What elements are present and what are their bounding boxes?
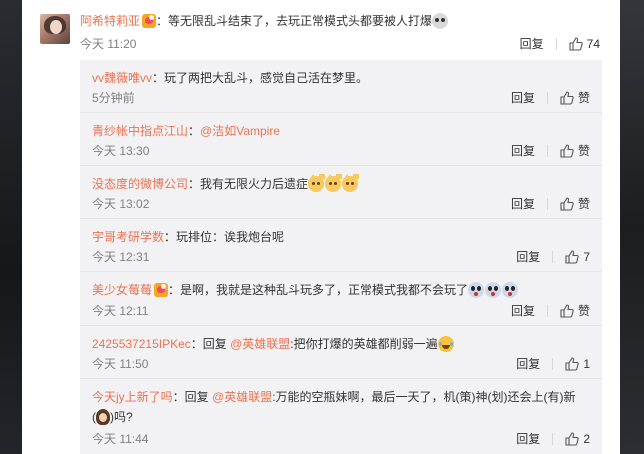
main-comment: 阿希特莉亚 ：等无限乱斗结束了，去玩正常模式头都要被人打爆 今天 11:20 回复…	[22, 0, 620, 60]
member-badge-icon	[142, 14, 157, 28]
scared-emoji-icon	[502, 282, 519, 298]
reply-button[interactable]: 回复	[516, 249, 540, 265]
reply-button[interactable]: 回复	[516, 356, 540, 372]
list-item: 没态度的微博公司：我有无限火力后遗症 今天 13:02 回复 赞	[80, 166, 602, 219]
mention-link[interactable]: @洁如Vampire	[200, 124, 280, 138]
avatar[interactable]	[40, 14, 70, 44]
like-count[interactable]: 7	[583, 249, 590, 265]
thumbs-up-icon[interactable]	[560, 304, 574, 318]
list-item: 宇哥考研学数：玩排位：诶我炮台呢 今天 12:31 回复 7	[80, 219, 602, 272]
girl-emoji-icon	[96, 409, 110, 425]
comment-panel: 阿希特莉亚 ：等无限乱斗结束了，去玩正常模式头都要被人打爆 今天 11:20 回复…	[22, 0, 620, 454]
like-button[interactable]: 赞	[578, 196, 590, 212]
thumbs-up-icon[interactable]	[565, 250, 580, 264]
like-count[interactable]: 2	[583, 431, 590, 447]
reply-text: ：玩排位：诶我炮台呢	[164, 230, 285, 244]
comment-time: 今天 11:20	[80, 37, 137, 51]
reply-time: 5分钟前	[92, 91, 135, 105]
reply-text: :万能的空瓶妹啊，最后一天了，机(策)神(划)还会上(有)新	[272, 390, 576, 404]
mention-link[interactable]: @英雄联盟	[212, 390, 272, 404]
thumbs-up-icon[interactable]	[560, 197, 574, 211]
reply-text: ：	[188, 124, 201, 138]
divider	[555, 38, 557, 50]
reply-time: 今天 11:44	[92, 432, 149, 446]
reply-author[interactable]: 今天jy上新了吗	[92, 390, 173, 404]
skull-emoji-icon	[432, 13, 449, 29]
reply-button[interactable]: 回复	[511, 143, 535, 159]
list-item: 今天jy上新了吗：回复 @英雄联盟:万能的空瓶妹啊，最后一天了，机(策)神(划)…	[80, 379, 602, 454]
cat-emoji-icon	[342, 174, 359, 192]
like-count[interactable]: 1	[583, 356, 590, 372]
cat-emoji-icon	[325, 174, 342, 192]
thumbs-up-icon[interactable]	[565, 357, 580, 371]
cat-emoji-icon	[308, 174, 325, 192]
reply-author[interactable]: 2425537215IPKec	[92, 337, 191, 351]
mention-link[interactable]: @英雄联盟	[230, 337, 290, 351]
reply-text: ：玩了两把大乱斗，感觉自己活在梦里。	[152, 71, 369, 85]
reply-author[interactable]: 宇哥考研学数	[92, 230, 164, 244]
reply-text: :把你打爆的英雄都削弱一遍	[290, 337, 438, 351]
background-left	[0, 0, 22, 454]
reply-button[interactable]: 回复	[516, 431, 540, 447]
thumbs-up-icon[interactable]	[560, 91, 574, 105]
divider	[552, 251, 554, 263]
reply-button[interactable]: 回复	[511, 90, 535, 106]
divider	[546, 92, 548, 104]
like-button[interactable]: 赞	[578, 90, 590, 106]
divider	[552, 358, 554, 370]
comment-text: ：等无限乱斗结束了，去玩正常模式头都要被人打爆	[156, 14, 433, 28]
comment-author[interactable]: 阿希特莉亚	[80, 14, 140, 28]
reply-list: vv魏薇唯vv：玩了两把大乱斗，感觉自己活在梦里。 5分钟前 回复 赞 青纱帐中…	[80, 60, 602, 454]
scared-emoji-icon	[485, 282, 502, 298]
list-item: 青纱帐中指点江山：@洁如Vampire 今天 13:30 回复 赞	[80, 113, 602, 166]
like-button[interactable]: 赞	[578, 303, 590, 319]
scared-emoji-icon	[468, 282, 485, 298]
like-count[interactable]: 74	[587, 36, 600, 52]
thumbs-up-icon[interactable]	[565, 432, 580, 446]
reply-text-cont: )吗?	[110, 410, 133, 424]
reply-time: 今天 11:50	[92, 357, 149, 371]
divider	[552, 433, 554, 445]
reply-time: 今天 13:02	[92, 197, 150, 211]
reply-author[interactable]: 青纱帐中指点江山	[92, 124, 188, 138]
thumbs-up-icon[interactable]	[560, 144, 574, 158]
list-item: 2425537215IPKec：回复 @英雄联盟:把你打爆的英雄都削弱一遍 今天…	[80, 326, 602, 379]
reply-button[interactable]: 回复	[511, 303, 535, 319]
divider	[546, 198, 548, 210]
reply-author[interactable]: 美少女莓莓	[92, 283, 152, 297]
reply-prefix: ：回复	[190, 337, 231, 351]
thumbs-up-icon[interactable]	[569, 37, 583, 51]
reply-button[interactable]: 回复	[511, 196, 535, 212]
reply-text: ：是啊，我就是这种乱斗玩多了，正常模式我都不会玩了	[168, 283, 469, 297]
member-badge-icon	[154, 283, 169, 297]
list-item: 美少女莓莓 ：是啊，我就是这种乱斗玩多了，正常模式我都不会玩了 今天 12:11 …	[80, 272, 602, 326]
reply-time: 今天 13:30	[92, 144, 150, 158]
reply-time: 今天 12:11	[92, 304, 149, 318]
reply-prefix: ：回复	[172, 390, 213, 404]
laughing-emoji-icon	[437, 336, 454, 352]
reply-time: 今天 12:31	[92, 250, 150, 264]
divider	[546, 305, 548, 317]
divider	[546, 145, 548, 157]
background-right	[620, 0, 644, 454]
like-button[interactable]: 赞	[578, 143, 590, 159]
reply-author[interactable]: 没态度的微博公司	[92, 177, 188, 191]
reply-text: ：我有无限火力后遗症	[188, 177, 309, 191]
list-item: vv魏薇唯vv：玩了两把大乱斗，感觉自己活在梦里。 5分钟前 回复 赞	[80, 60, 602, 113]
reply-button[interactable]: 回复	[520, 36, 544, 52]
reply-author[interactable]: vv魏薇唯vv	[92, 71, 152, 85]
